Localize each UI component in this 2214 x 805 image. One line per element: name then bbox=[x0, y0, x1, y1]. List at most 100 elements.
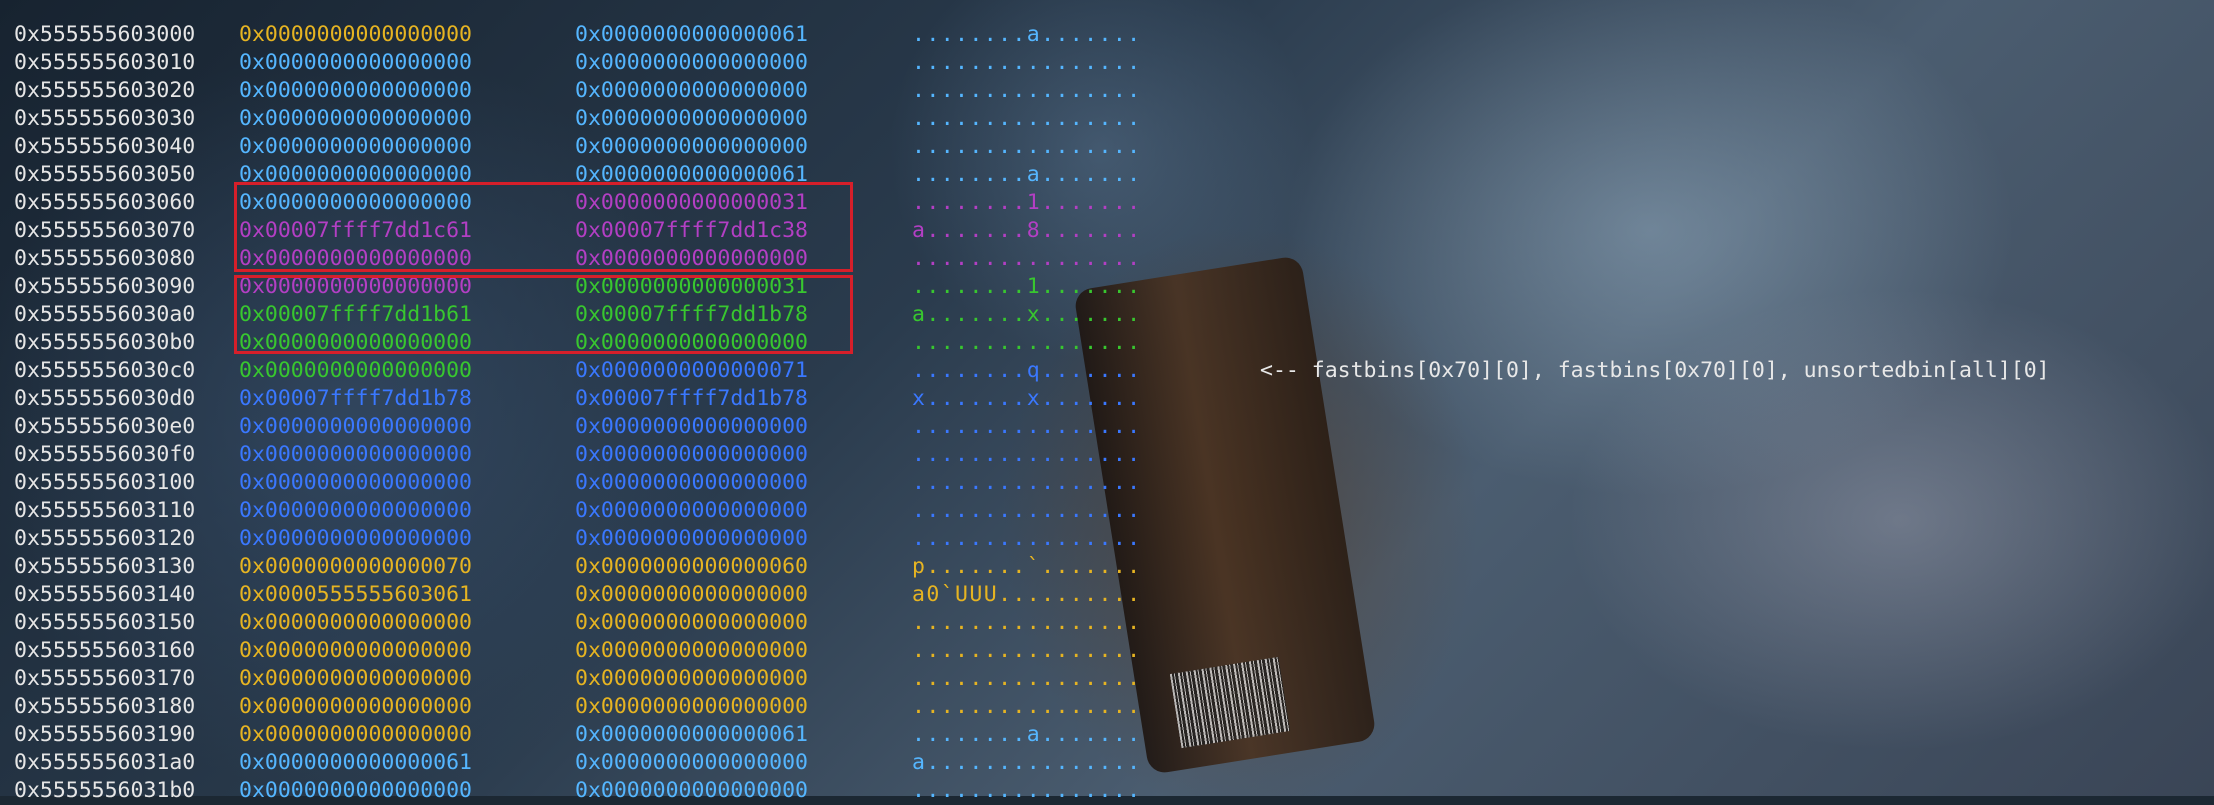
row-address: 0x555555603120 bbox=[14, 526, 196, 551]
row-qword-1: 0x0000000000000000 bbox=[239, 50, 472, 75]
row-ascii: ........a....... bbox=[912, 162, 1142, 187]
row-qword-1: 0x0000000000000000 bbox=[239, 358, 472, 383]
row-ascii: ................ bbox=[912, 526, 1142, 551]
row-address: 0x555555603010 bbox=[14, 50, 196, 75]
row-qword-2: 0x00007ffff7dd1b78 bbox=[575, 386, 808, 411]
row-qword-2: 0x0000000000000000 bbox=[575, 134, 808, 159]
row-ascii: ................ bbox=[912, 134, 1142, 159]
highlight-box-chunk-0x555555603060 bbox=[234, 182, 853, 272]
row-ascii: ................ bbox=[912, 498, 1142, 523]
row-qword-2: 0x0000000000000000 bbox=[575, 526, 808, 551]
row-qword-2: 0x0000000000000000 bbox=[575, 582, 808, 607]
row-address: 0x5555556030d0 bbox=[14, 386, 196, 411]
row-address: 0x555555603100 bbox=[14, 470, 196, 495]
row-qword-2: 0x0000000000000000 bbox=[575, 498, 808, 523]
row-address: 0x555555603030 bbox=[14, 106, 196, 131]
row-address: 0x555555603180 bbox=[14, 694, 196, 719]
row-ascii: x.......x....... bbox=[912, 386, 1142, 411]
row-qword-1: 0x0000000000000000 bbox=[239, 442, 472, 467]
row-qword-2: 0x0000000000000000 bbox=[575, 78, 808, 103]
row-qword-2: 0x0000000000000000 bbox=[575, 610, 808, 635]
row-qword-1: 0x0000000000000000 bbox=[239, 106, 472, 131]
row-address: 0x5555556030b0 bbox=[14, 330, 196, 355]
row-qword-2: 0x0000000000000000 bbox=[575, 638, 808, 663]
row-address: 0x555555603150 bbox=[14, 610, 196, 635]
row-ascii: ................ bbox=[912, 666, 1142, 691]
row-address: 0x555555603070 bbox=[14, 218, 196, 243]
highlight-box-chunk-0x555555603090 bbox=[234, 275, 853, 354]
row-qword-2: 0x0000000000000060 bbox=[575, 554, 808, 579]
row-qword-1: 0x0000000000000000 bbox=[239, 134, 472, 159]
row-address: 0x555555603160 bbox=[14, 638, 196, 663]
row-qword-1: 0x0000000000000000 bbox=[239, 78, 472, 103]
row-ascii: a............... bbox=[912, 750, 1142, 775]
row-address: 0x5555556031b0 bbox=[14, 778, 196, 803]
row-ascii: ................ bbox=[912, 442, 1142, 467]
row-address: 0x555555603040 bbox=[14, 134, 196, 159]
row-address: 0x555555603140 bbox=[14, 582, 196, 607]
row-address: 0x555555603060 bbox=[14, 190, 196, 215]
row-ascii: ................ bbox=[912, 330, 1142, 355]
row-qword-1: 0x0000000000000061 bbox=[239, 750, 472, 775]
row-qword-1: 0x0000000000000000 bbox=[239, 666, 472, 691]
row-qword-2: 0x0000000000000061 bbox=[575, 722, 808, 747]
row-address: 0x5555556030e0 bbox=[14, 414, 196, 439]
row-ascii: ................ bbox=[912, 50, 1142, 75]
row-qword-1: 0x00007ffff7dd1b78 bbox=[239, 386, 472, 411]
row-ascii: ................ bbox=[912, 778, 1142, 803]
row-ascii: ........a....... bbox=[912, 722, 1142, 747]
row-qword-1: 0x0000000000000000 bbox=[239, 498, 472, 523]
row-address: 0x555555603000 bbox=[14, 22, 196, 47]
row-ascii: ........1....... bbox=[912, 274, 1142, 299]
row-ascii: ................ bbox=[912, 414, 1142, 439]
row-address: 0x555555603080 bbox=[14, 246, 196, 271]
row-address: 0x5555556030c0 bbox=[14, 358, 196, 383]
row-ascii: ................ bbox=[912, 78, 1142, 103]
row-address: 0x555555603110 bbox=[14, 498, 196, 523]
row-address: 0x5555556031a0 bbox=[14, 750, 196, 775]
row-ascii: a.......x....... bbox=[912, 302, 1142, 327]
row-ascii: ................ bbox=[912, 694, 1142, 719]
row-qword-2: 0x0000000000000061 bbox=[575, 22, 808, 47]
row-ascii: p.......`....... bbox=[912, 554, 1142, 579]
row-ascii: a0`UUU.......... bbox=[912, 582, 1142, 607]
row-address: 0x555555603190 bbox=[14, 722, 196, 747]
row-ascii: ................ bbox=[912, 106, 1142, 131]
row-qword-2: 0x0000000000000000 bbox=[575, 694, 808, 719]
row-qword-1: 0x0000000000000000 bbox=[239, 694, 472, 719]
row-qword-2: 0x0000000000000071 bbox=[575, 358, 808, 383]
row-ascii: ........q....... bbox=[912, 358, 1142, 383]
bin-annotation: <-- fastbins[0x70][0], fastbins[0x70][0]… bbox=[1260, 358, 2050, 383]
row-ascii: ........1....... bbox=[912, 190, 1142, 215]
row-qword-2: 0x0000000000000000 bbox=[575, 470, 808, 495]
row-qword-2: 0x0000000000000000 bbox=[575, 666, 808, 691]
row-address: 0x555555603090 bbox=[14, 274, 196, 299]
row-ascii: a.......8....... bbox=[912, 218, 1142, 243]
row-qword-2: 0x0000000000000000 bbox=[575, 750, 808, 775]
row-qword-1: 0x0000000000000000 bbox=[239, 722, 472, 747]
row-qword-1: 0x0000000000000000 bbox=[239, 414, 472, 439]
row-qword-2: 0x0000000000000000 bbox=[575, 414, 808, 439]
row-ascii: ................ bbox=[912, 470, 1142, 495]
row-address: 0x555555603130 bbox=[14, 554, 196, 579]
row-address: 0x5555556030f0 bbox=[14, 442, 196, 467]
row-address: 0x5555556030a0 bbox=[14, 302, 196, 327]
row-qword-2: 0x0000000000000000 bbox=[575, 778, 808, 803]
row-address: 0x555555603050 bbox=[14, 162, 196, 187]
row-address: 0x555555603020 bbox=[14, 78, 196, 103]
row-ascii: ................ bbox=[912, 610, 1142, 635]
row-qword-1: 0x0000000000000070 bbox=[239, 554, 472, 579]
row-qword-1: 0x0000000000000000 bbox=[239, 610, 472, 635]
row-qword-1: 0x0000000000000000 bbox=[239, 526, 472, 551]
row-ascii: ................ bbox=[912, 246, 1142, 271]
row-qword-1: 0x0000000000000000 bbox=[239, 470, 472, 495]
row-qword-1: 0x0000000000000000 bbox=[239, 638, 472, 663]
row-ascii: ................ bbox=[912, 638, 1142, 663]
row-qword-1: 0x0000000000000000 bbox=[239, 778, 472, 803]
row-qword-2: 0x0000000000000000 bbox=[575, 442, 808, 467]
row-qword-1: 0x0000555555603061 bbox=[239, 582, 472, 607]
row-qword-1: 0x0000000000000000 bbox=[239, 22, 472, 47]
row-qword-2: 0x0000000000000000 bbox=[575, 50, 808, 75]
row-ascii: ........a....... bbox=[912, 22, 1142, 47]
row-address: 0x555555603170 bbox=[14, 666, 196, 691]
